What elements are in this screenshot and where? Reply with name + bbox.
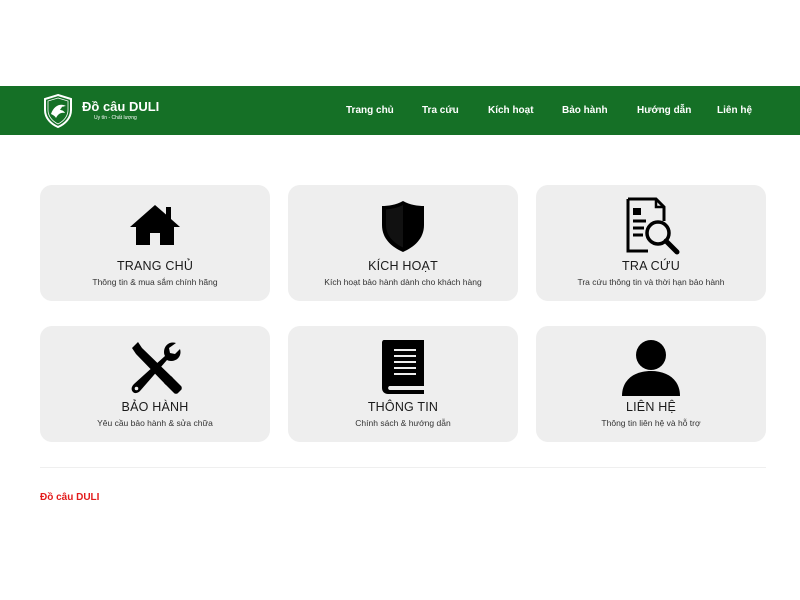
- card-thong-tin[interactable]: THÔNG TIN Chính sách & hướng dẫn: [288, 326, 518, 442]
- shield-icon: [382, 201, 424, 252]
- card-title: TRA CỨU: [622, 259, 680, 273]
- document-search-icon: [626, 197, 680, 255]
- footer-brand-name[interactable]: Đồ câu DULI: [40, 492, 99, 503]
- tools-icon: [131, 342, 182, 394]
- book-icon: [382, 340, 424, 394]
- card-title: LIÊN HỆ: [625, 400, 677, 414]
- nav-kich-hoat[interactable]: Kích hoạt: [488, 104, 534, 117]
- card-lien-he[interactable]: LIÊN HỆ Thông tin liên hệ và hỗ trợ: [536, 326, 766, 442]
- card-title: THÔNG TIN: [367, 400, 439, 414]
- nav-trang-chu[interactable]: Trang chủ: [346, 104, 394, 117]
- card-trang-chu[interactable]: TRANG CHỦ Thông tin & mua sắm chính hãng: [40, 185, 270, 301]
- card-title: BẢO HÀNH: [121, 400, 189, 414]
- nav-huong-dan[interactable]: Hướng dẫn: [637, 104, 691, 117]
- brand-name: Đồ câu DULI: [82, 99, 160, 114]
- nav-bao-hanh[interactable]: Bảo hành: [562, 104, 608, 117]
- card-tra-cuu[interactable]: TRA CỨU Tra cứu thông tin và thời hạn bả…: [536, 185, 766, 301]
- card-description: Tra cứu thông tin và thời hạn bảo hành: [577, 277, 725, 287]
- card-title: KÍCH HOẠT: [368, 259, 438, 273]
- brand-tagline: Uy tín - Chất lượng: [94, 115, 137, 121]
- card-description: Thông tin liên hệ và hỗ trợ: [601, 418, 701, 428]
- brand-logo-icon: [44, 93, 72, 128]
- card-description: Thông tin & mua sắm chính hãng: [92, 277, 218, 287]
- card-title: TRANG CHỦ: [116, 259, 194, 273]
- nav-lien-he[interactable]: Liên hệ: [717, 104, 752, 117]
- brand[interactable]: Đồ câu DULI Uy tín - Chất lượng: [40, 92, 159, 129]
- card-description: Chính sách & hướng dẫn: [355, 418, 451, 428]
- user-icon: [622, 340, 680, 396]
- nav-tra-cuu[interactable]: Tra cứu: [422, 104, 459, 117]
- footer-divider: [40, 467, 766, 468]
- card-description: Kích hoạt bảo hành dành cho khách hàng: [324, 277, 482, 287]
- card-kich-hoat[interactable]: KÍCH HOẠT Kích hoạt bảo hành dành cho kh…: [288, 185, 518, 301]
- home-icon: [130, 205, 180, 245]
- card-bao-hanh[interactable]: BẢO HÀNH Yêu cầu bảo hành & sửa chữa: [40, 326, 270, 442]
- top-navigation-bar: Đồ câu DULI Uy tín - Chất lượng Trang ch…: [0, 86, 800, 135]
- card-description: Yêu cầu bảo hành & sửa chữa: [97, 418, 213, 428]
